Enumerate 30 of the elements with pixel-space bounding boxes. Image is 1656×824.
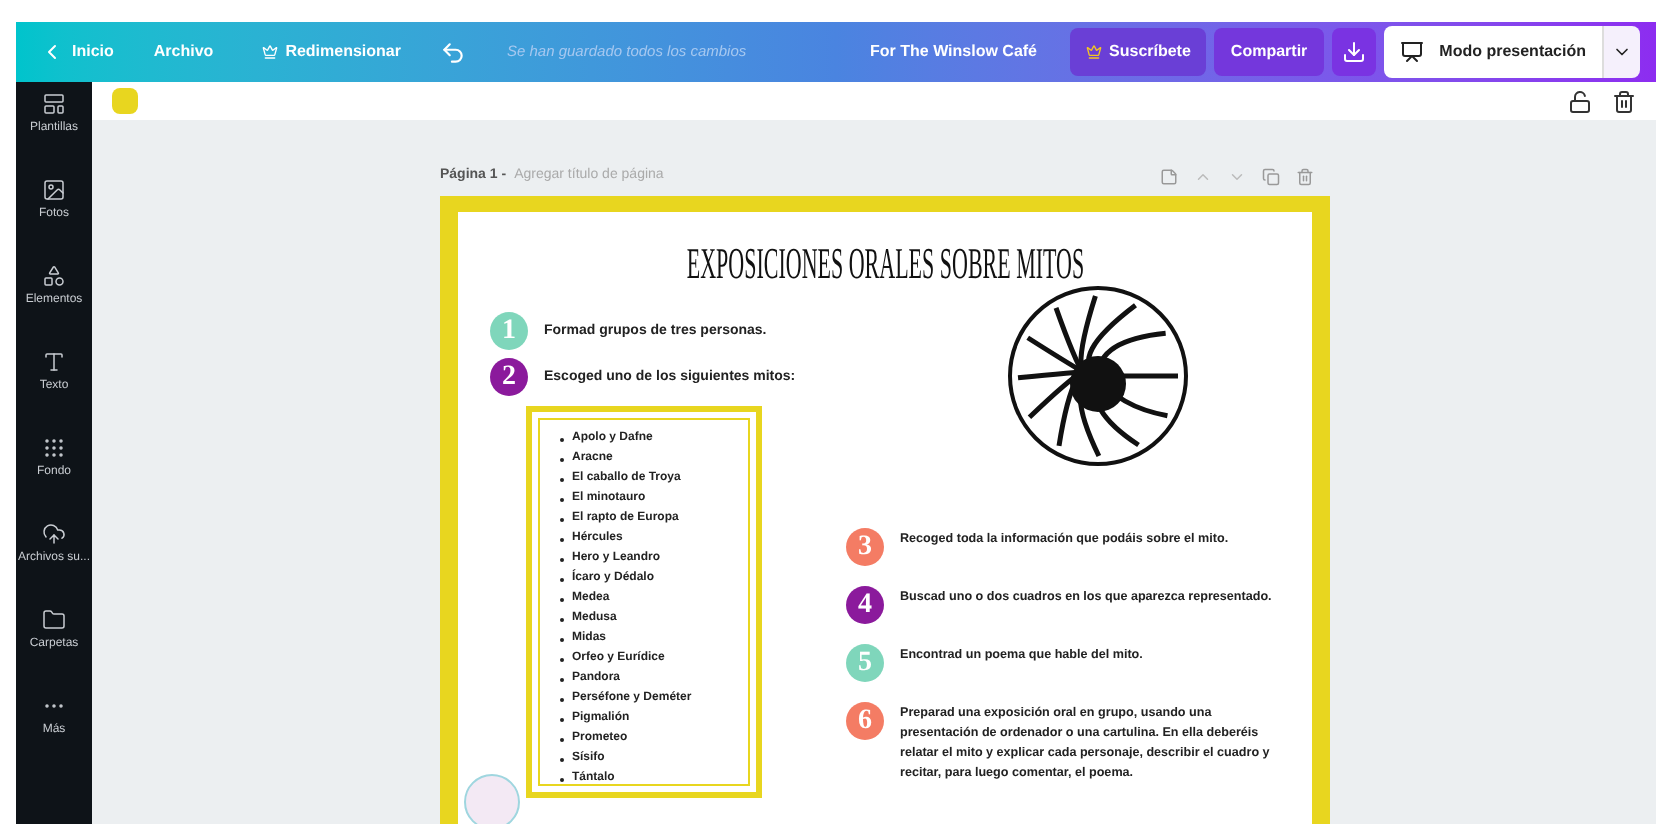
step-number: 1 bbox=[490, 311, 528, 349]
step-number: 4 bbox=[846, 585, 884, 623]
cloud-upload-icon bbox=[42, 522, 66, 546]
subscribe-button[interactable]: Suscríbete bbox=[1069, 28, 1207, 76]
download-icon bbox=[1341, 40, 1366, 64]
page-heading: EXPOSICIONES ORALES SOBRE MITOS bbox=[686, 236, 1084, 292]
crown-icon bbox=[261, 44, 278, 60]
color-swatch[interactable] bbox=[112, 88, 138, 114]
templates-icon bbox=[42, 92, 66, 116]
pattern-icon bbox=[42, 436, 66, 460]
note-icon[interactable] bbox=[1160, 167, 1178, 186]
step-number: 6 bbox=[846, 701, 884, 739]
presentation-icon bbox=[1399, 40, 1424, 64]
photo-icon bbox=[42, 178, 66, 202]
step-number: 2 bbox=[490, 357, 528, 395]
undo-icon[interactable] bbox=[440, 39, 467, 65]
dropdown-button[interactable] bbox=[1602, 26, 1640, 78]
step-number: 3 bbox=[846, 527, 884, 565]
copy-icon[interactable] bbox=[1262, 167, 1280, 186]
shapes-icon bbox=[42, 264, 66, 288]
step-number: 5 bbox=[846, 643, 884, 681]
presentation-mode-button[interactable]: Modo presentación bbox=[1383, 26, 1602, 78]
trash-icon[interactable] bbox=[1612, 89, 1636, 113]
share-button[interactable]: Compartir bbox=[1214, 28, 1324, 76]
download-button[interactable] bbox=[1331, 28, 1376, 76]
document-title[interactable]: For The Winslow Café bbox=[870, 40, 1038, 64]
crown-icon bbox=[1085, 44, 1102, 60]
unlock-icon[interactable] bbox=[1568, 89, 1592, 113]
text-icon bbox=[42, 350, 66, 374]
folder-icon bbox=[42, 608, 66, 632]
